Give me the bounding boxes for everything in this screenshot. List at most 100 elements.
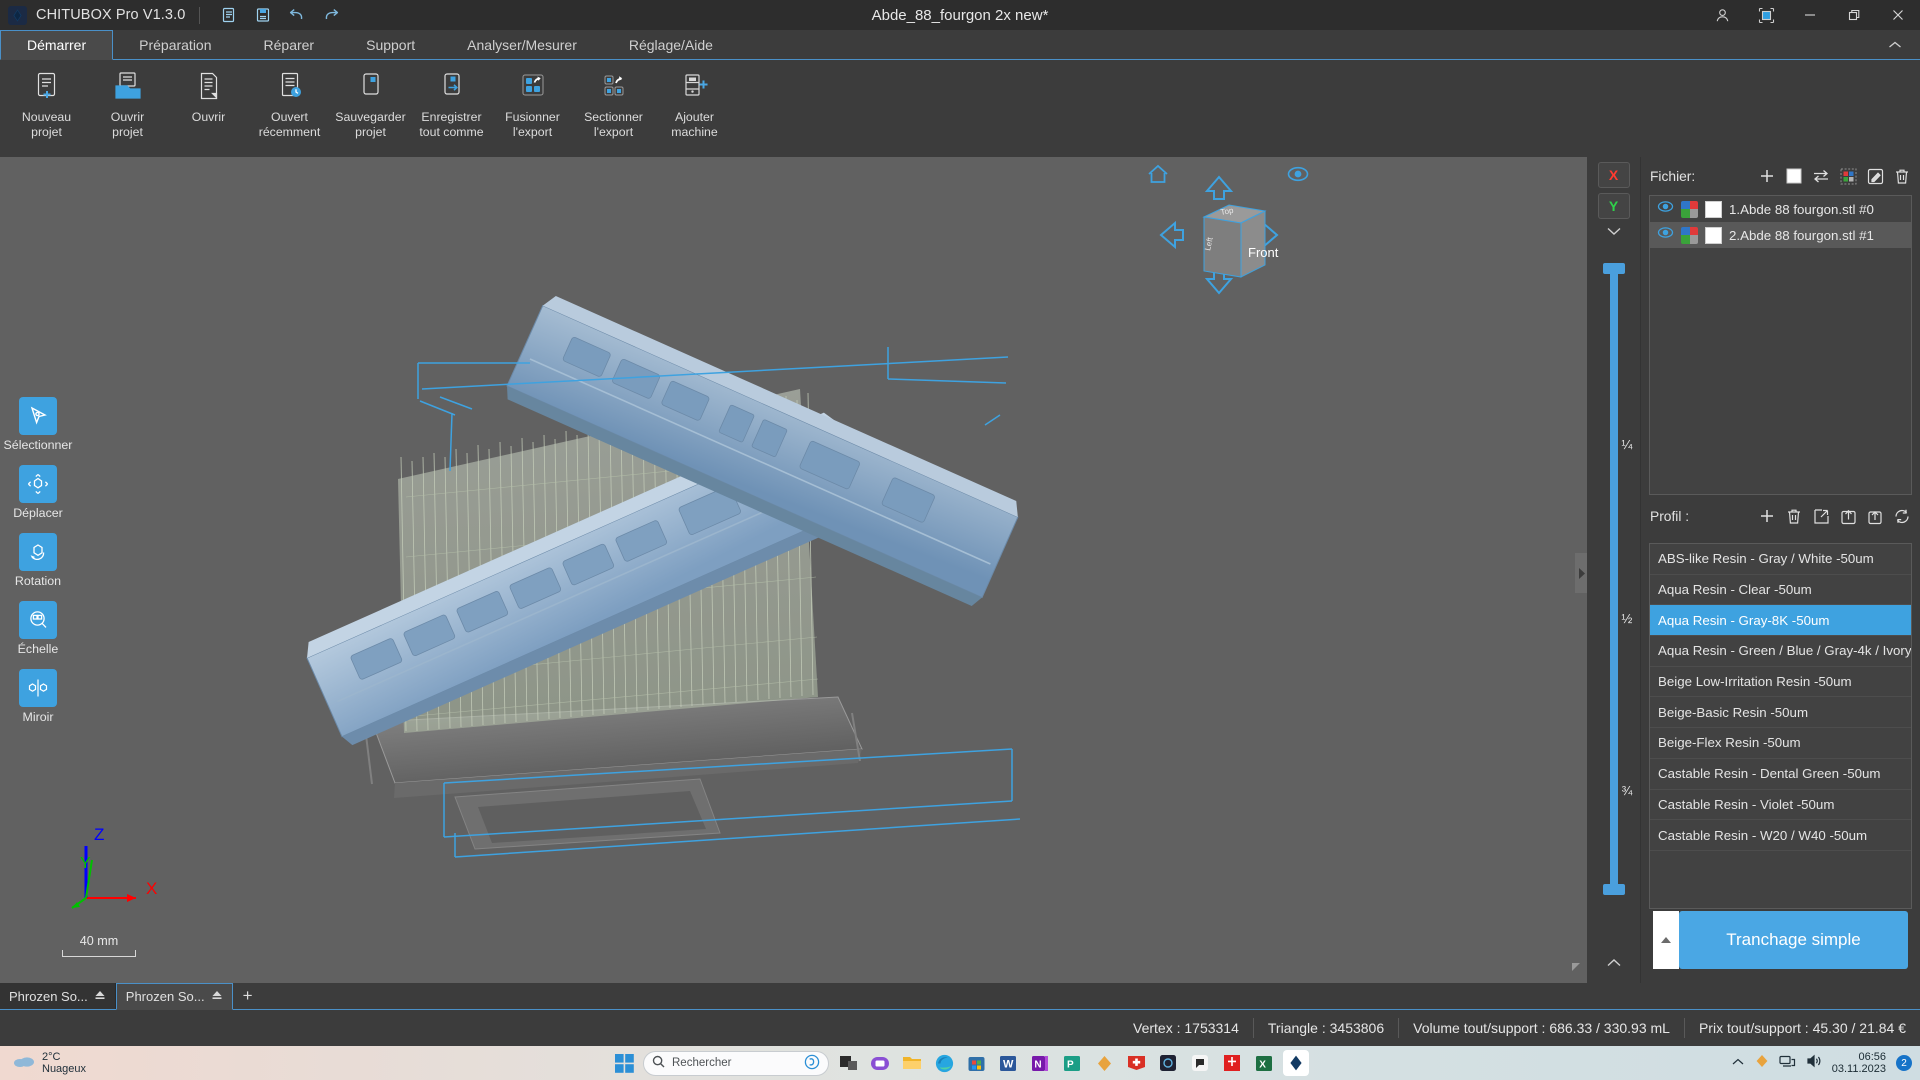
tray-expand-icon[interactable]	[1731, 1054, 1745, 1072]
screenshot-icon[interactable]	[1744, 0, 1788, 30]
profile-item-0[interactable]: ABS-like Resin - Gray / White -50um	[1650, 544, 1911, 575]
taskbar-search-box[interactable]: Rechercher	[643, 1051, 829, 1076]
taskbar-edge-icon[interactable]	[931, 1050, 957, 1076]
panel-collapse-icon[interactable]	[1575, 553, 1587, 593]
undo-icon[interactable]	[280, 0, 314, 30]
tab-reglage-aide[interactable]: Réglage/Aide	[603, 30, 739, 59]
file-white-swatch-icon[interactable]	[1705, 201, 1722, 218]
taskbar-copilot-icon[interactable]	[804, 1054, 820, 1073]
machine-tab-0[interactable]: Phrozen So...	[0, 983, 116, 1009]
add-machine-button[interactable]: Ajouter machine	[654, 60, 735, 152]
account-icon[interactable]	[1700, 0, 1744, 30]
taskbar-meet-icon[interactable]	[867, 1050, 893, 1076]
export-profile-icon[interactable]	[1839, 507, 1857, 525]
delete-profile-icon[interactable]	[1785, 507, 1803, 525]
refresh-profile-icon[interactable]	[1893, 507, 1911, 525]
profile-item-7[interactable]: Castable Resin - Dental Green -50um	[1650, 759, 1911, 790]
tray-volume-icon[interactable]	[1806, 1054, 1822, 1073]
profile-item-1[interactable]: Aqua Resin - Clear -50um	[1650, 575, 1911, 606]
taskbar-word-icon[interactable]: W	[995, 1050, 1021, 1076]
open-project-button[interactable]: Ouvrir projet	[87, 60, 168, 152]
eject-icon[interactable]	[211, 989, 223, 1004]
add-profile-icon[interactable]	[1758, 507, 1776, 525]
taskbar-chitubox-icon[interactable]	[1283, 1050, 1309, 1076]
add-file-icon[interactable]	[1758, 167, 1776, 185]
file-list-item-0[interactable]: 1.Abde 88 fourgon.stl #0	[1650, 196, 1911, 222]
open-file-button[interactable]: Ouvrir	[168, 60, 249, 152]
taskbar-darkapp-icon[interactable]	[1155, 1050, 1181, 1076]
profile-item-4[interactable]: Beige Low-Irritation Resin -50um	[1650, 667, 1911, 698]
delete-icon[interactable]	[1893, 167, 1911, 185]
clip-slider-handle-top[interactable]	[1603, 263, 1625, 274]
tray-network-icon[interactable]	[1779, 1054, 1796, 1073]
taskbar-onenote-icon[interactable]: N	[1027, 1050, 1053, 1076]
taskbar-chat-icon[interactable]	[1187, 1050, 1213, 1076]
profile-list[interactable]: ABS-like Resin - Gray / White -50um Aqua…	[1649, 543, 1912, 909]
profile-item-9[interactable]: Castable Resin - W20 / W40 -50um	[1650, 820, 1911, 851]
duplicate-profile-icon[interactable]	[1866, 507, 1884, 525]
merge-export-button[interactable]: Fusionner l'export	[492, 60, 573, 152]
taskbar-autodesk-icon[interactable]	[1091, 1050, 1117, 1076]
new-document-icon[interactable]	[212, 0, 246, 30]
taskbar-paint-icon[interactable]	[1219, 1050, 1245, 1076]
profile-item-5[interactable]: Beige-Basic Resin -50um	[1650, 697, 1911, 728]
recent-files-button[interactable]: Ouvert récemment	[249, 60, 330, 152]
machine-tab-1[interactable]: Phrozen So...	[116, 983, 233, 1010]
profile-item-2[interactable]: Aqua Resin - Gray-8K -50um	[1650, 605, 1911, 636]
notification-badge[interactable]: 2	[1896, 1055, 1912, 1071]
caret-up-icon[interactable]	[1653, 911, 1679, 969]
taskbar-explorer-icon[interactable]	[899, 1050, 925, 1076]
tool-rotate[interactable]: Rotation	[15, 533, 61, 588]
home-icon[interactable]	[1145, 162, 1171, 191]
visibility-eye-icon[interactable]	[1657, 200, 1674, 218]
clip-slider-handle-bottom[interactable]	[1603, 884, 1625, 895]
clip-slider[interactable]: ¼ ½ ¾	[1594, 249, 1634, 943]
taskbar-taskview-icon[interactable]	[835, 1050, 861, 1076]
tool-select[interactable]: Sélectionner	[4, 397, 73, 452]
new-project-button[interactable]: Nouveau projet	[6, 60, 87, 152]
chevron-up-icon[interactable]	[1606, 943, 1622, 983]
tab-support[interactable]: Support	[340, 30, 441, 59]
eject-icon[interactable]	[94, 989, 106, 1004]
tool-move[interactable]: Déplacer	[13, 465, 63, 520]
file-color-swatch-icon[interactable]	[1681, 201, 1698, 218]
chevron-up-icon[interactable]	[1884, 34, 1906, 56]
redo-icon[interactable]	[314, 0, 348, 30]
taskbar-powerpoint-icon[interactable]: P	[1059, 1050, 1085, 1076]
profile-item-8[interactable]: Castable Resin - Violet -50um	[1650, 790, 1911, 821]
minimize-button[interactable]	[1788, 0, 1832, 30]
profile-item-3[interactable]: Aqua Resin - Green / Blue / Gray-4k / Iv…	[1650, 636, 1911, 667]
taskbar-swiss-icon[interactable]	[1123, 1050, 1149, 1076]
view-navigation-cube[interactable]: Front Top Left	[1149, 165, 1289, 305]
save-project-button[interactable]: Sauvegarder projet	[330, 60, 411, 152]
save-all-as-button[interactable]: Enregistrer tout comme	[411, 60, 492, 152]
grid-color-icon[interactable]	[1839, 167, 1857, 185]
taskbar-store-icon[interactable]	[963, 1050, 989, 1076]
axis-y-button[interactable]: Y	[1598, 193, 1630, 219]
save-icon[interactable]	[246, 0, 280, 30]
taskbar-weather-widget[interactable]: 2°C Nuageux	[12, 1051, 86, 1075]
color-square-icon[interactable]	[1785, 167, 1803, 185]
profile-item-6[interactable]: Beige-Flex Resin -50um	[1650, 728, 1911, 759]
clip-slider-track[interactable]	[1610, 267, 1618, 891]
taskbar-excel-icon[interactable]: X	[1251, 1050, 1277, 1076]
tray-autodesk-icon[interactable]	[1755, 1054, 1769, 1073]
axis-x-button[interactable]: X	[1598, 162, 1630, 188]
add-machine-tab-button[interactable]: +	[233, 983, 263, 1009]
restore-button[interactable]	[1832, 0, 1876, 30]
file-color-swatch-icon[interactable]	[1681, 227, 1698, 244]
split-export-button[interactable]: Sectionner l'export	[573, 60, 654, 152]
tool-mirror[interactable]: Miroir	[19, 669, 57, 724]
import-profile-icon[interactable]	[1812, 507, 1830, 525]
tab-reparer[interactable]: Réparer	[238, 30, 341, 59]
3d-viewport[interactable]: Sélectionner Déplacer Rotation	[0, 157, 1587, 983]
tab-demarrer[interactable]: Démarrer	[0, 30, 113, 60]
tool-scale[interactable]: Échelle	[18, 601, 59, 656]
visibility-eye-icon[interactable]	[1657, 226, 1674, 244]
file-list[interactable]: 1.Abde 88 fourgon.stl #0 2.Abde 88 fourg…	[1649, 195, 1912, 495]
windows-start-icon[interactable]	[611, 1050, 637, 1076]
tab-analyser-mesurer[interactable]: Analyser/Mesurer	[441, 30, 603, 59]
slice-button[interactable]: Tranchage simple	[1679, 911, 1908, 969]
swap-icon[interactable]	[1812, 167, 1830, 185]
eye-icon[interactable]	[1285, 163, 1311, 190]
